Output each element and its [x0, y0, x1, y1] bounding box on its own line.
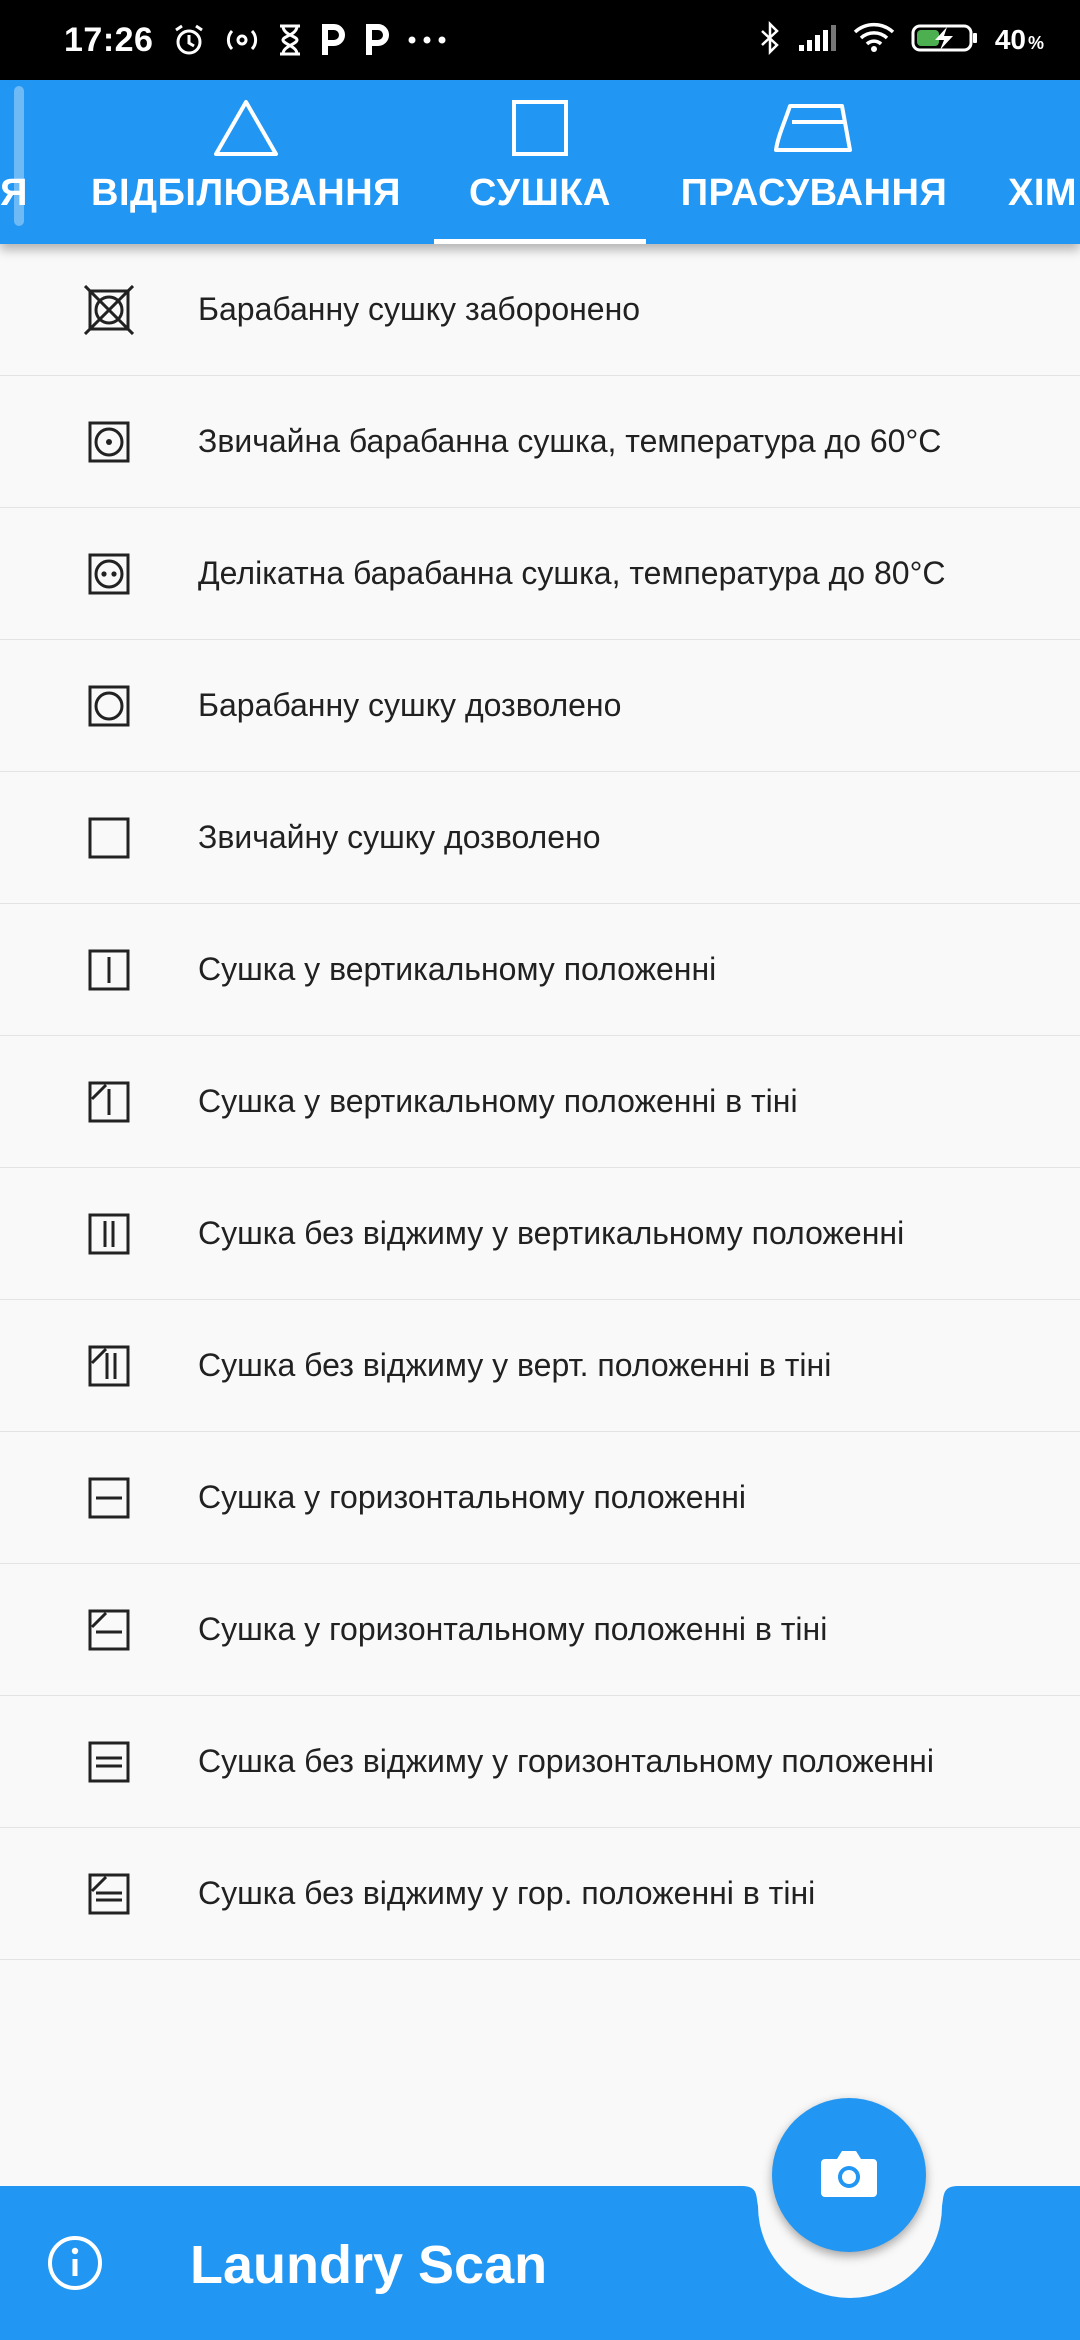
parking-p-icon [319, 20, 347, 60]
parking-p-icon [363, 20, 391, 60]
list-item[interactable]: Сушка у вертикальному положенні в тіні [0, 1036, 1080, 1168]
wifi-icon [853, 22, 895, 59]
list-item[interactable]: Барабанну сушку дозволено [0, 640, 1080, 772]
list-item-label: Сушка без віджиму у горизонтальному поло… [198, 1743, 934, 1779]
hotspot-icon [223, 20, 261, 60]
bluetooth-icon [759, 20, 781, 60]
more-icon [407, 20, 447, 60]
list-item[interactable]: Сушка без віджиму у горизонтальному поло… [0, 1696, 1080, 1828]
status-time: 17:26 [64, 20, 154, 59]
dry-icon [84, 813, 134, 863]
list-item[interactable]: Сушка у горизонтальному положенні в тіні [0, 1564, 1080, 1696]
tumble-dry-low-icon [84, 417, 134, 467]
flat-drip-dry-shade-icon [84, 1869, 134, 1919]
tab-label: СУШКА [469, 172, 611, 214]
list-item[interactable]: Сушка без віджиму у вертикальному положе… [0, 1168, 1080, 1300]
tab-label: ПРАСУВАННЯ [680, 172, 948, 214]
list-item[interactable]: Звичайну сушку дозволено [0, 772, 1080, 904]
tumble-dry-normal-icon [84, 549, 134, 599]
list-item-label: Сушка у вертикальному положенні в тіні [198, 1083, 798, 1119]
list-item-label: Сушка у вертикальному положенні [198, 951, 717, 987]
drying-symbol-list: Барабанну сушку заборонено Звичайна бара… [0, 244, 1080, 1960]
list-item-label: Барабанну сушку заборонено [198, 291, 641, 327]
list-item[interactable]: Барабанну сушку заборонено [0, 244, 1080, 376]
camera-icon [819, 2147, 879, 2204]
list-item-label: Барабанну сушку дозволено [198, 687, 622, 723]
flat-dry-shade-icon [84, 1605, 134, 1655]
flat-dry-icon [84, 1473, 134, 1523]
signal-icon [797, 23, 837, 58]
iron-icon [772, 98, 856, 158]
battery-percent: 40% [994, 24, 1044, 55]
info-icon[interactable] [44, 2232, 106, 2294]
tab-label: ХІМ [1008, 172, 1078, 214]
scan-camera-button[interactable] [772, 2098, 926, 2252]
status-bar: 17:26 40% [0, 0, 1080, 80]
tab-bar: Я ВІДБІЛЮВАННЯ СУШКА ПРАСУВАННЯ ХІМ [0, 80, 1080, 244]
list-item-label: Делікатна барабанна сушка, температура д… [198, 555, 946, 591]
battery-icon [911, 22, 979, 59]
list-item[interactable]: Сушка без віджиму у гор. положенні в тін… [0, 1828, 1080, 1960]
list-item[interactable]: Сушка без віджиму у верт. положенні в ті… [0, 1300, 1080, 1432]
list-item-label: Звичайну сушку дозволено [198, 819, 601, 855]
list-item-label: Сушка у горизонтальному положенні в тіні [198, 1611, 828, 1647]
list-item-label: Сушка без віджиму у вертикальному положе… [198, 1215, 905, 1251]
drip-dry-shade-icon [84, 1341, 134, 1391]
alarm-icon [171, 20, 207, 60]
flat-drip-dry-icon [84, 1737, 134, 1787]
tab-dry-cleaning-partial[interactable]: ХІМ [1008, 80, 1080, 244]
tab-washing-partial[interactable]: Я [0, 80, 34, 244]
tab-label: ВІДБІЛЮВАННЯ [91, 172, 401, 214]
list-item-label: Звичайна барабанна сушка, температура до… [198, 423, 942, 459]
list-item-label: Сушка без віджиму у гор. положенні в тін… [198, 1875, 816, 1911]
list-item[interactable]: Делікатна барабанна сушка, температура д… [0, 508, 1080, 640]
tab-bleaching[interactable]: ВІДБІЛЮВАННЯ [76, 80, 416, 244]
square-icon [511, 98, 569, 158]
list-item[interactable]: Звичайна барабанна сушка, температура до… [0, 376, 1080, 508]
line-dry-shade-icon [84, 1077, 134, 1127]
drip-dry-icon [84, 1209, 134, 1259]
hourglass-icon [277, 20, 303, 60]
triangle-icon [212, 98, 280, 158]
tab-label: Я [0, 172, 28, 214]
line-dry-icon [84, 945, 134, 995]
list-item-label: Сушка у горизонтальному положенні [198, 1479, 746, 1515]
app-title: Laundry Scan [190, 2235, 548, 2295]
tab-ironing[interactable]: ПРАСУВАННЯ [664, 80, 964, 244]
tumble-dry-icon [84, 681, 134, 731]
tab-drying[interactable]: СУШКА [434, 80, 646, 244]
list-item[interactable]: Сушка у вертикальному положенні [0, 904, 1080, 1036]
list-item[interactable]: Сушка у горизонтальному положенні [0, 1432, 1080, 1564]
tumble-dry-forbidden-icon [83, 284, 135, 335]
list-item-label: Сушка без віджиму у верт. положенні в ті… [198, 1347, 832, 1383]
